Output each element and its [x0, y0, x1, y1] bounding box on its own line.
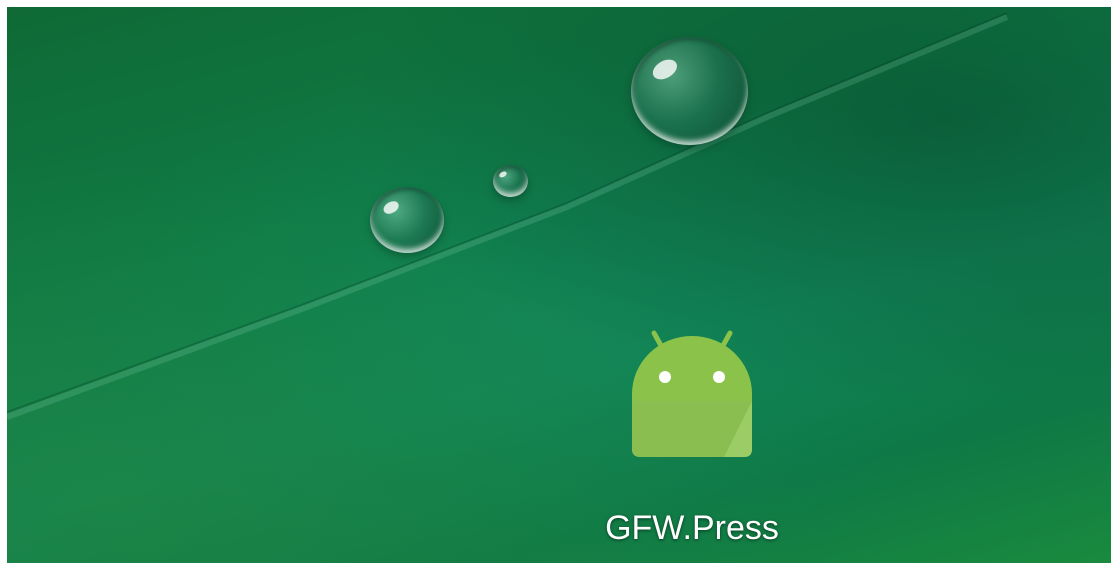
leaf-ridge	[7, 12, 1009, 420]
water-drop	[631, 37, 748, 145]
gfw-press-app-icon[interactable]	[612, 319, 772, 469]
android-robot-icon	[632, 330, 752, 457]
water-drop	[493, 165, 528, 197]
water-drop	[370, 187, 444, 253]
app-label[interactable]: GFW.Press	[552, 509, 832, 548]
home-screen[interactable]: GFW.Press	[7, 7, 1111, 563]
